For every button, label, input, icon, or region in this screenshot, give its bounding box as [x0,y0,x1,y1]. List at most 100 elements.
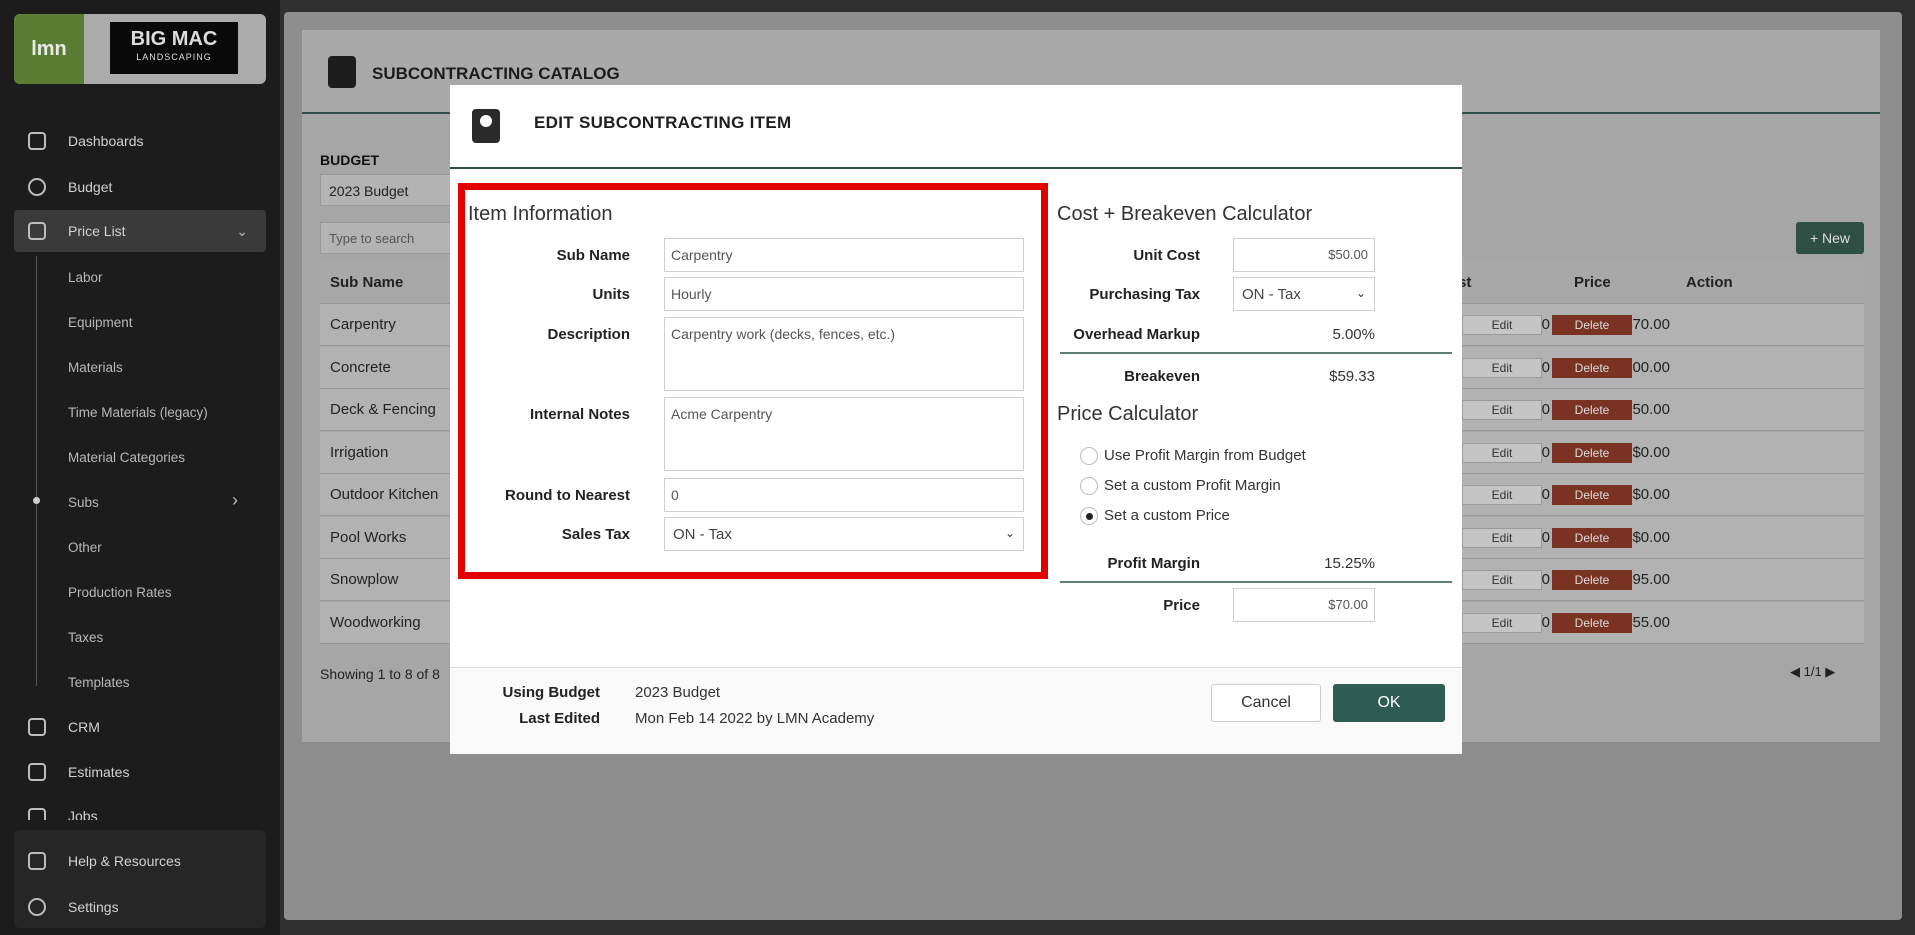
pie-chart-icon [28,178,46,196]
overhead-label: Overhead Markup [1073,326,1200,343]
sidebar-subitem-material-categories[interactable]: Material Categories [68,450,185,465]
delete-button[interactable]: Delete [1552,485,1632,505]
sidebar-subitem-time-materials[interactable]: Time Materials (legacy) [68,405,208,420]
radio-custom-margin[interactable] [1080,477,1098,495]
units-field[interactable]: Hourly [664,277,1024,311]
cell-name: Irrigation [330,443,389,461]
unit-cost-field[interactable]: $50.00 [1233,238,1375,272]
edit-button[interactable]: Edit [1462,442,1542,463]
last-edited-label: Last Edited [519,710,600,727]
description-field[interactable]: Carpentry work (decks, fences, etc.) [664,317,1024,391]
search-input[interactable]: Type to search [320,222,460,254]
sidebar-item-price-list[interactable]: Price List ⌄ [14,210,266,252]
sidebar-subitem-labor[interactable]: Labor [68,270,103,285]
sales-tax-value: ON - Tax [673,526,732,543]
sidebar-subitem-other[interactable]: Other [68,540,102,555]
cancel-button[interactable]: Cancel [1211,684,1321,722]
price-field[interactable]: $70.00 [1233,588,1375,622]
delete-button[interactable]: Delete [1552,357,1632,378]
radio-label-custom-price[interactable]: Set a custom Price [1104,507,1230,524]
sales-tax-label: Sales Tax [561,526,630,543]
sidebar-item-dashboards[interactable]: Dashboards [14,120,266,162]
crm-icon [28,718,46,736]
sidebar-item-estimates[interactable]: Estimates [14,751,266,793]
pager: ◀ 1/1 ▶ [1790,664,1836,679]
sales-tax-select[interactable]: ON - Tax ⌄ [664,517,1024,551]
cell-name: Deck & Fencing [330,401,436,418]
company-logo-text: BIG MAC [130,28,218,50]
company-logo: BIG MAC LANDSCAPING [110,22,238,74]
calculator-icon [28,763,46,781]
sidebar-item-label: Settings [68,899,119,915]
sidebar-subitem-templates[interactable]: Templates [68,675,130,690]
delete-button[interactable]: Delete [1552,442,1632,463]
radio-custom-price[interactable] [1080,507,1098,525]
cell-name: Snowplow [330,571,399,588]
page-title: SUBCONTRACTING CATALOG [372,64,620,83]
modal-header: EDIT SUBCONTRACTING ITEM [450,85,1462,169]
delete-button[interactable]: Delete [1552,612,1632,633]
sidebar-item-crm[interactable]: CRM [14,706,266,748]
delete-button[interactable]: Delete [1552,527,1632,548]
help-icon [28,852,46,870]
ok-button[interactable]: OK [1333,684,1445,722]
unit-cost-label: Unit Cost [1133,247,1200,264]
edit-button[interactable]: Edit [1462,357,1542,378]
sidebar-item-settings[interactable]: Settings [14,886,266,928]
cell-price: $0.00 [1632,486,1670,503]
sidebar-subitem-equipment[interactable]: Equipment [68,315,133,330]
sidebar-item-label: Price List [68,223,126,239]
company-logo-subtext: LANDSCAPING [136,52,212,62]
edit-button[interactable]: Edit [1462,527,1542,548]
new-button[interactable]: + New [1796,222,1864,254]
profit-margin-value: 15.25% [1324,555,1375,572]
edit-button[interactable]: Edit [1462,612,1542,633]
budget-label: BUDGET [320,152,380,168]
radio-label-budget-margin[interactable]: Use Profit Margin from Budget [1104,447,1306,464]
edit-button[interactable]: Edit [1462,400,1542,420]
contact-book-icon [328,56,356,88]
edit-button[interactable]: Edit [1462,570,1542,590]
gear-icon [28,898,46,916]
col-header-name[interactable]: Sub Name [330,274,403,291]
round-field[interactable]: 0 [664,478,1024,512]
radio-label-custom-margin[interactable]: Set a custom Profit Margin [1104,477,1281,494]
overhead-value: 5.00% [1332,326,1375,343]
modal-title: EDIT SUBCONTRACTING ITEM [534,113,792,132]
sub-name-field[interactable]: Carpentry [664,238,1024,272]
cell-price: $0.00 [1632,443,1670,461]
sidebar-item-budget[interactable]: Budget [14,166,266,208]
sidebar-subitem-production-rates[interactable]: Production Rates [68,585,172,600]
sidebar-subitem-taxes[interactable]: Taxes [68,630,103,645]
purchasing-tax-label: Purchasing Tax [1089,286,1200,303]
lmn-logo[interactable]: lmn [14,14,84,84]
sidebar: lmn BIG MAC LANDSCAPING Dashboards Budge… [0,0,280,935]
divider [1060,352,1452,354]
description-label: Description [547,326,630,343]
purchasing-tax-select[interactable]: ON - Tax ⌄ [1233,277,1375,311]
sidebar-item-help[interactable]: Help & Resources [14,840,266,882]
delete-button[interactable]: Delete [1552,315,1632,335]
sidebar-subitem-subs[interactable]: Subs [68,495,99,510]
list-icon [28,222,46,240]
sidebar-item-label: Jobs [68,808,98,820]
budget-select[interactable]: 2023 Budget [320,174,460,206]
chevron-down-icon: ⌄ [1004,526,1015,540]
sidebar-item-jobs[interactable]: Jobs [14,796,266,820]
sidebar-item-label: CRM [68,719,100,735]
edit-button[interactable]: Edit [1462,315,1542,335]
radio-budget-margin[interactable] [1080,447,1098,465]
using-budget-value: 2023 Budget [635,684,721,701]
round-label: Round to Nearest [504,487,630,504]
contact-book-icon [472,109,500,143]
edit-button[interactable]: Edit [1462,485,1542,505]
delete-button[interactable]: Delete [1552,400,1632,420]
chevron-down-icon: ⌄ [236,223,248,239]
sidebar-subitem-materials[interactable]: Materials [68,360,123,375]
col-header-price[interactable]: Price [1574,274,1611,291]
delete-button[interactable]: Delete [1552,570,1632,590]
cell-name: Concrete [330,358,391,376]
sidebar-item-label: Help & Resources [68,853,181,869]
internal-notes-field[interactable]: Acme Carpentry [664,397,1024,471]
breakeven-value: $59.33 [1329,368,1375,385]
